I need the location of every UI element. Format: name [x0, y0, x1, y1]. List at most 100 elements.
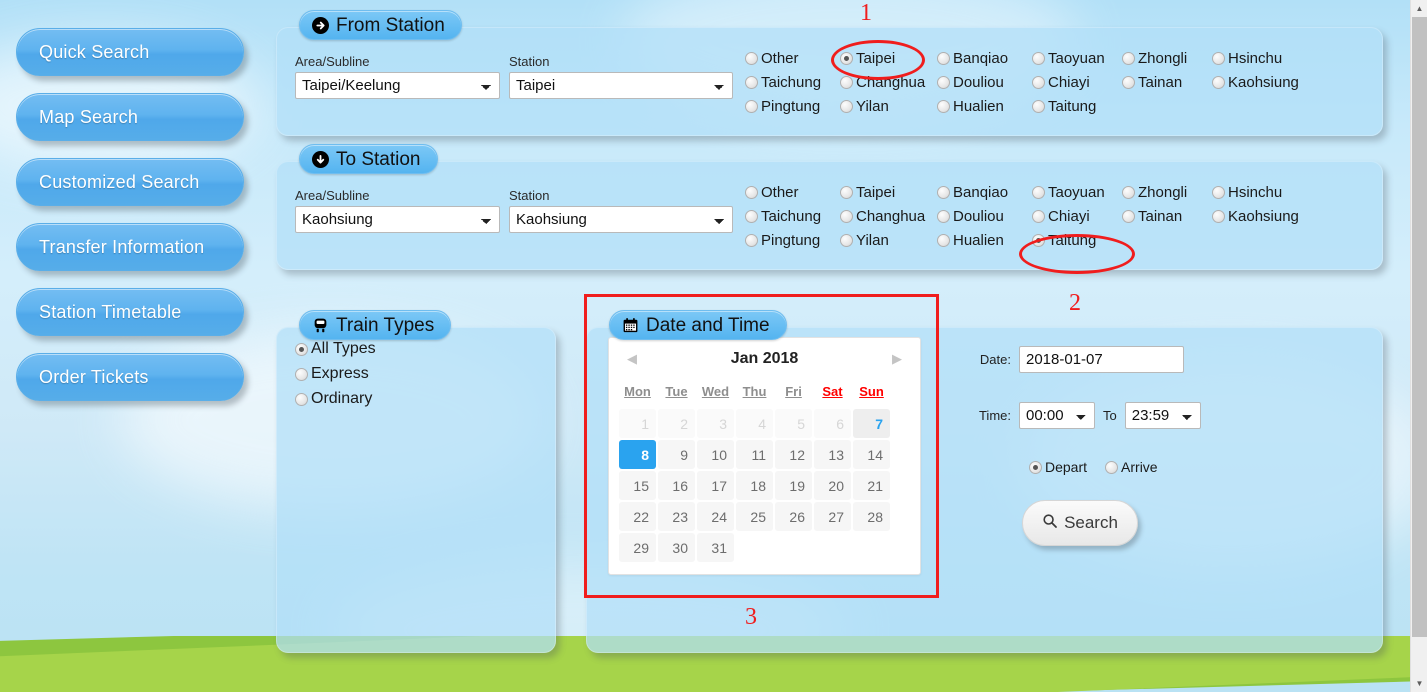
train-type-ordinary[interactable]: Ordinary [295, 390, 376, 408]
to-quick-other[interactable]: Other [745, 184, 840, 201]
train-type-express[interactable]: Express [295, 365, 376, 383]
radio-icon[interactable] [1212, 186, 1225, 199]
from-quick-hualien[interactable]: Hualien [937, 98, 1032, 115]
radio-icon-selected[interactable] [1032, 234, 1045, 247]
sidebar-item-quick-search[interactable]: Quick Search [16, 28, 244, 76]
radio-icon[interactable] [937, 100, 950, 113]
from-quick-taipei[interactable]: Taipei [840, 50, 937, 67]
calendar-day[interactable]: 9 [658, 440, 695, 469]
radio-icon[interactable] [1122, 186, 1135, 199]
to-quick-taoyuan[interactable]: Taoyuan [1032, 184, 1122, 201]
from-quick-tainan[interactable]: Tainan [1122, 74, 1212, 91]
to-quick-pingtung[interactable]: Pingtung [745, 232, 840, 249]
radio-icon[interactable] [840, 186, 853, 199]
radio-icon[interactable] [745, 76, 758, 89]
radio-icon[interactable] [745, 186, 758, 199]
from-quick-other[interactable]: Other [745, 50, 840, 67]
radio-icon[interactable] [1122, 210, 1135, 223]
calendar-day[interactable]: 13 [814, 440, 851, 469]
calendar-day[interactable]: 30 [658, 533, 695, 562]
calendar-day[interactable]: 25 [736, 502, 773, 531]
to-quick-douliou[interactable]: Douliou [937, 208, 1032, 225]
calendar-day[interactable]: 26 [775, 502, 812, 531]
to-quick-tainan[interactable]: Tainan [1122, 208, 1212, 225]
radio-icon[interactable] [840, 100, 853, 113]
radio-icon[interactable] [1032, 210, 1045, 223]
scroll-down-arrow-icon[interactable]: ▼ [1411, 675, 1427, 692]
radio-icon[interactable] [1122, 52, 1135, 65]
radio-icon[interactable] [745, 234, 758, 247]
scrollbar-thumb[interactable] [1412, 17, 1427, 637]
radio-icon[interactable] [937, 186, 950, 199]
calendar-day[interactable]: 14 [853, 440, 890, 469]
radio-icon[interactable] [937, 52, 950, 65]
calendar-day[interactable]: 19 [775, 471, 812, 500]
radio-icon[interactable] [1032, 76, 1045, 89]
radio-icon[interactable] [745, 100, 758, 113]
calendar-day[interactable]: 22 [619, 502, 656, 531]
to-quick-chiayi[interactable]: Chiayi [1032, 208, 1122, 225]
sidebar-item-customized-search[interactable]: Customized Search [16, 158, 244, 206]
calendar-day[interactable]: 23 [658, 502, 695, 531]
to-quick-kaohsiung[interactable]: Kaohsiung [1212, 208, 1312, 225]
radio-icon[interactable] [295, 392, 308, 406]
calendar-day[interactable]: 27 [814, 502, 851, 531]
calendar-day[interactable]: 24 [697, 502, 734, 531]
radio-icon[interactable] [295, 367, 308, 381]
from-quick-changhua[interactable]: Changhua [840, 74, 937, 91]
calendar-day[interactable]: 15 [619, 471, 656, 500]
calendar-day[interactable]: 16 [658, 471, 695, 500]
to-quick-yilan[interactable]: Yilan [840, 232, 937, 249]
calendar-day[interactable]: 20 [814, 471, 851, 500]
radio-icon[interactable] [937, 210, 950, 223]
time-from-select[interactable]: 00:00 [1019, 402, 1095, 429]
to-quick-taitung[interactable]: Taitung [1032, 232, 1122, 249]
sidebar-item-transfer-information[interactable]: Transfer Information [16, 223, 244, 271]
calendar-day[interactable]: 18 [736, 471, 773, 500]
from-quick-zhongli[interactable]: Zhongli [1122, 50, 1212, 67]
to-quick-taichung[interactable]: Taichung [745, 208, 840, 225]
calendar-day[interactable]: 28 [853, 502, 890, 531]
vertical-scrollbar[interactable]: ▲ ▼ [1410, 0, 1427, 692]
radio-icon[interactable] [1032, 100, 1045, 113]
radio-icon[interactable] [1212, 76, 1225, 89]
from-quick-banqiao[interactable]: Banqiao [937, 50, 1032, 67]
from-quick-yilan[interactable]: Yilan [840, 98, 937, 115]
radio-icon[interactable] [745, 52, 758, 65]
calendar-next-month-button[interactable]: ▶ [888, 351, 906, 367]
calendar-day[interactable]: 11 [736, 440, 773, 469]
radio-icon[interactable] [937, 234, 950, 247]
radio-icon[interactable] [1105, 460, 1119, 474]
radio-icon-selected[interactable] [295, 342, 308, 356]
from-area-select[interactable]: Taipei/Keelung [295, 72, 500, 99]
scroll-up-arrow-icon[interactable]: ▲ [1411, 0, 1427, 17]
from-quick-chiayi[interactable]: Chiayi [1032, 74, 1122, 91]
to-quick-taipei[interactable]: Taipei [840, 184, 937, 201]
radio-icon[interactable] [1122, 76, 1135, 89]
from-quick-hsinchu[interactable]: Hsinchu [1212, 50, 1312, 67]
radio-icon-selected[interactable] [840, 52, 853, 65]
radio-icon-selected[interactable] [1029, 460, 1042, 474]
from-quick-pingtung[interactable]: Pingtung [745, 98, 840, 115]
calendar-widget[interactable]: ◀ Jan 2018 ▶ Mon Tue Wed Thu Fri Sat Sun… [608, 337, 921, 575]
date-input[interactable] [1019, 346, 1184, 373]
radio-icon[interactable] [1032, 186, 1045, 199]
to-quick-changhua[interactable]: Changhua [840, 208, 937, 225]
time-to-select[interactable]: 23:59 [1124, 402, 1201, 429]
calendar-day[interactable]: 31 [697, 533, 734, 562]
to-quick-banqiao[interactable]: Banqiao [937, 184, 1032, 201]
from-quick-taitung[interactable]: Taitung [1032, 98, 1122, 115]
search-button[interactable]: Search [1022, 500, 1138, 546]
radio-icon[interactable] [1212, 52, 1225, 65]
radio-icon[interactable] [840, 234, 853, 247]
calendar-day[interactable]: 12 [775, 440, 812, 469]
radio-icon[interactable] [1032, 52, 1045, 65]
to-quick-zhongli[interactable]: Zhongli [1122, 184, 1212, 201]
radio-icon[interactable] [840, 76, 853, 89]
radio-icon[interactable] [1212, 210, 1225, 223]
calendar-day[interactable]: 21 [853, 471, 890, 500]
mode-depart[interactable]: Depart [1029, 459, 1087, 475]
radio-icon[interactable] [937, 76, 950, 89]
calendar-day[interactable]: 10 [697, 440, 734, 469]
calendar-day-selected[interactable]: 8 [619, 440, 656, 469]
